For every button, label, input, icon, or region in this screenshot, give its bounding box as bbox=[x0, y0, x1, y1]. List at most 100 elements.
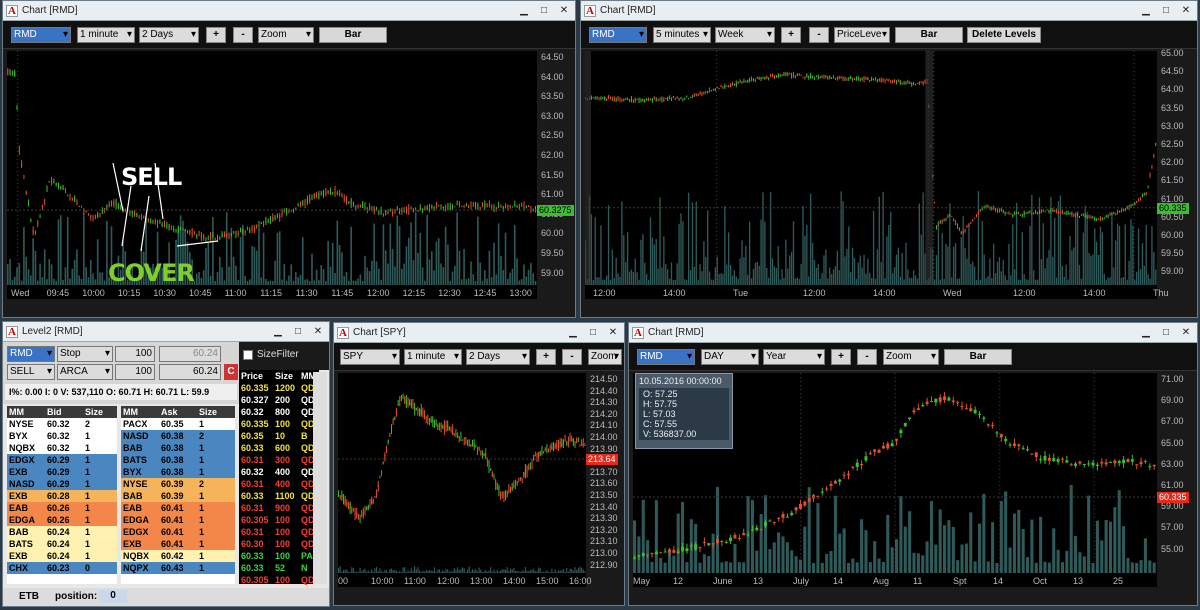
table-row[interactable]: BAB 60.24 1 bbox=[7, 526, 117, 538]
zoom-out-button[interactable]: - bbox=[857, 349, 877, 365]
zoom-select[interactable]: Zoom bbox=[258, 27, 314, 43]
table-row[interactable]: EDGX 60.41 1 bbox=[121, 526, 235, 538]
table-row[interactable]: BAB 60.38 1 bbox=[121, 442, 235, 454]
title-bar[interactable]: A Level2 [RMD] ▁ □ ✕ bbox=[3, 322, 329, 342]
side-select[interactable]: SELL bbox=[7, 364, 55, 380]
minimize-icon[interactable]: ▁ bbox=[515, 3, 533, 17]
chart-window-rmd-1min[interactable]: A Chart [RMD] ▁□✕ RMD 1 minute 2 Days + … bbox=[2, 0, 576, 318]
table-row[interactable]: EAB 60.26 1 bbox=[7, 502, 117, 514]
sizefilter-checkbox[interactable] bbox=[243, 350, 253, 360]
maximize-icon[interactable]: □ bbox=[584, 325, 602, 339]
range-select[interactable]: 2 Days bbox=[139, 27, 199, 43]
zoom-out-button[interactable]: - bbox=[809, 27, 829, 43]
zoom-select[interactable]: Zoom bbox=[883, 349, 939, 365]
zoom-in-button[interactable]: + bbox=[536, 349, 556, 365]
range-select[interactable]: Year bbox=[763, 349, 825, 365]
table-row[interactable]: EDGA 60.26 1 bbox=[7, 514, 117, 526]
price-chart[interactable] bbox=[585, 51, 1157, 299]
table-row[interactable]: EDGA 60.41 1 bbox=[121, 514, 235, 526]
zoom-in-button[interactable]: + bbox=[781, 27, 801, 43]
title-bar[interactable]: A Chart [RMD] ▁ □ ✕ bbox=[629, 323, 1197, 343]
limit-price-input[interactable]: 60.24 bbox=[159, 364, 221, 380]
table-row[interactable]: EAB 60.41 1 bbox=[121, 502, 235, 514]
table-row[interactable]: BATS 60.24 1 bbox=[7, 538, 117, 550]
symbol-input[interactable]: RMD bbox=[7, 346, 55, 362]
table-row[interactable]: NYSE 60.32 2 bbox=[7, 418, 117, 430]
scrollbar[interactable] bbox=[313, 372, 327, 584]
table-row[interactable]: NQPX 60.43 1 bbox=[121, 562, 235, 574]
chart-type-button[interactable]: Bar bbox=[319, 27, 387, 43]
study-select[interactable]: PriceLeve bbox=[834, 27, 890, 43]
symbol-input[interactable]: RMD bbox=[637, 349, 695, 365]
chart-type-button[interactable]: Bar bbox=[944, 349, 1012, 365]
maximize-icon[interactable]: □ bbox=[535, 3, 553, 17]
table-row[interactable]: NQBX 60.42 1 bbox=[121, 550, 235, 562]
table-row[interactable]: NASD 60.29 1 bbox=[7, 478, 117, 490]
chart-window-rmd-5min[interactable]: A Chart [RMD] ▁□✕ RMD 5 minutes Week + -… bbox=[580, 0, 1198, 318]
table-row[interactable]: EXB 60.24 1 bbox=[7, 550, 117, 562]
interval-select[interactable]: 5 minutes bbox=[653, 27, 711, 43]
table-row[interactable]: NQBX 60.32 1 bbox=[7, 442, 117, 454]
maximize-icon[interactable]: □ bbox=[1157, 3, 1175, 17]
chart-type-button[interactable]: Bar bbox=[895, 27, 963, 43]
interval-select[interactable]: DAY bbox=[701, 349, 759, 365]
range-select[interactable]: Week bbox=[715, 27, 775, 43]
close-icon[interactable]: ✕ bbox=[309, 324, 327, 338]
close-icon[interactable]: ✕ bbox=[604, 325, 622, 339]
zoom-out-button[interactable]: - bbox=[233, 27, 253, 43]
table-row[interactable]: BAB 60.39 1 bbox=[121, 490, 235, 502]
title-bar[interactable]: A Chart [SPY] ▁ □ ✕ bbox=[334, 323, 624, 343]
price-chart[interactable] bbox=[338, 373, 586, 587]
title-bar[interactable]: A Chart [RMD] ▁ □ ✕ bbox=[3, 1, 575, 21]
level2-window[interactable]: A Level2 [RMD] ▁□✕ RMD Stop 100 60.24 SE… bbox=[2, 321, 330, 607]
candle-body bbox=[1107, 216, 1109, 218]
table-row[interactable]: BYX 60.32 1 bbox=[7, 430, 117, 442]
table-row[interactable]: CHX 60.23 0 bbox=[7, 562, 117, 574]
price-chart[interactable] bbox=[7, 51, 537, 299]
volume-bar bbox=[551, 568, 553, 573]
zoom-in-button[interactable]: + bbox=[206, 27, 226, 43]
interval-select[interactable]: 1 minute bbox=[77, 27, 135, 43]
title-bar[interactable]: A Chart [RMD] ▁ □ ✕ bbox=[581, 1, 1197, 21]
minimize-icon[interactable]: ▁ bbox=[564, 325, 582, 339]
quantity-input[interactable]: 100 bbox=[115, 346, 155, 362]
minimize-icon[interactable]: ▁ bbox=[269, 324, 287, 338]
table-row[interactable]: EDGX 60.29 1 bbox=[7, 454, 117, 466]
minimize-icon[interactable]: ▁ bbox=[1137, 3, 1155, 17]
interval-select[interactable]: 1 minute bbox=[404, 349, 462, 365]
table-row[interactable]: EXB 60.41 1 bbox=[121, 538, 235, 550]
volume-bar bbox=[202, 270, 205, 285]
symbol-input[interactable]: SPY bbox=[340, 349, 400, 365]
chart-window-spy[interactable]: A Chart [SPY] ▁□✕ SPY 1 minute 2 Days + … bbox=[333, 322, 625, 606]
close-icon[interactable]: ✕ bbox=[1177, 325, 1195, 339]
volume-bar bbox=[598, 277, 600, 285]
order-type-select[interactable]: Stop bbox=[57, 346, 113, 362]
zoom-select[interactable]: Zoom bbox=[588, 349, 622, 365]
table-row[interactable]: BYX 60.38 1 bbox=[121, 466, 235, 478]
table-row[interactable]: BATS 60.38 1 bbox=[121, 454, 235, 466]
bid-table[interactable]: MM Bid Size NYSE 60.32 2 BYX 60.32 1 NQBX 60.32 1 ED… bbox=[7, 406, 117, 584]
cancel-button[interactable]: C bbox=[224, 364, 238, 380]
zoom-in-button[interactable]: + bbox=[831, 349, 851, 365]
stop-price-input[interactable]: 60.24 bbox=[159, 346, 221, 362]
symbol-input[interactable]: RMD bbox=[11, 27, 71, 43]
symbol-input[interactable]: RMD bbox=[589, 27, 647, 43]
maximize-icon[interactable]: □ bbox=[289, 324, 307, 338]
quantity-input-2[interactable]: 100 bbox=[115, 364, 155, 380]
table-row[interactable]: NASD 60.38 2 bbox=[121, 430, 235, 442]
maximize-icon[interactable]: □ bbox=[1157, 325, 1175, 339]
zoom-out-button[interactable]: - bbox=[562, 349, 582, 365]
table-row[interactable]: EXB 60.29 1 bbox=[7, 466, 117, 478]
chart-window-rmd-day[interactable]: A Chart [RMD] ▁□✕ RMD DAY Year + - Zoom … bbox=[628, 322, 1198, 606]
close-icon[interactable]: ✕ bbox=[1177, 3, 1195, 17]
range-select[interactable]: 2 Days bbox=[466, 349, 530, 365]
delete-levels-button[interactable]: Delete Levels bbox=[967, 27, 1041, 43]
table-row[interactable]: NYSE 60.39 2 bbox=[121, 478, 235, 490]
time-and-sales[interactable]: Price Size MM 60.335 1200 QD 60.327 200 QD 60.32 8… bbox=[239, 370, 319, 585]
route-select[interactable]: ARCA bbox=[57, 364, 113, 380]
close-icon[interactable]: ✕ bbox=[555, 3, 573, 17]
ask-table[interactable]: MM Ask Size PACX 60.35 1 NASD 60.38 2 BAB 60.38 1 BA… bbox=[121, 406, 235, 584]
table-row[interactable]: PACX 60.35 1 bbox=[121, 418, 235, 430]
table-row[interactable]: EXB 60.28 1 bbox=[7, 490, 117, 502]
minimize-icon[interactable]: ▁ bbox=[1137, 325, 1155, 339]
